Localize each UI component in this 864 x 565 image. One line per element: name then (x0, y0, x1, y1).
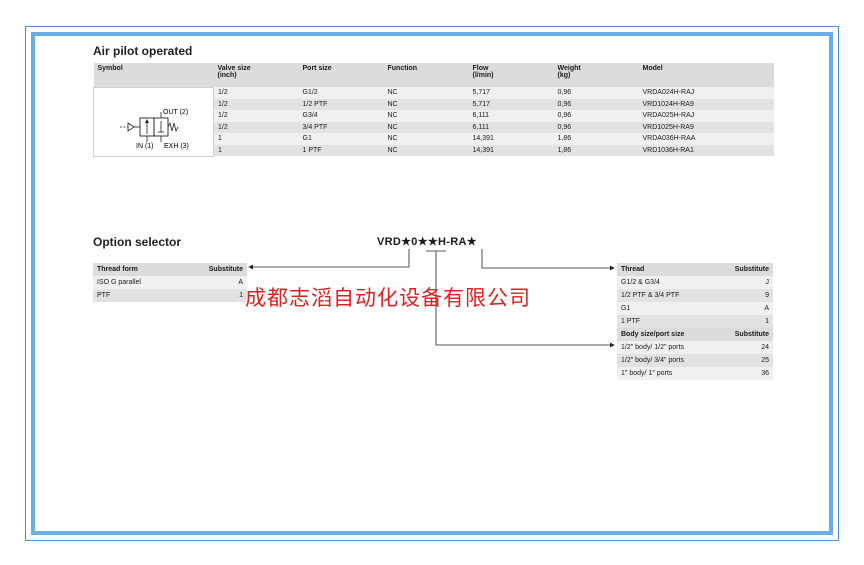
header-thread-form: Thread form (93, 263, 178, 276)
table-row: 1" body/ 1" ports 36 (617, 367, 773, 380)
thread-table: Thread Substitute G1/2 & G3/4 J 1/2 PTF … (617, 263, 773, 380)
arrow-thread-form (248, 249, 410, 270)
header-substitute: Substitute (177, 263, 247, 276)
cell-substitute: 1 (177, 289, 247, 302)
cell-thread: 1/2 PTF & 3/4 PTF (617, 289, 716, 302)
table-row: G1/2 & G3/4 J (617, 276, 773, 289)
header-substitute: Substitute (715, 328, 773, 341)
cell-substitute: 9 (715, 289, 773, 302)
cell-body-size: 1" body/ 1" ports (617, 367, 716, 380)
cell-substitute: J (715, 276, 773, 289)
cell-thread: 1 PTF (617, 315, 716, 328)
cell-thread: G1/2 & G3/4 (617, 276, 716, 289)
table-row: 1/2 PTF & 3/4 PTF 9 (617, 289, 773, 302)
arrow-thread (481, 249, 615, 271)
cell-thread-form: ISO G parallel (93, 276, 178, 289)
table-row: 1/2" body/ 3/4" ports 25 (617, 354, 773, 367)
table-row: 1 PTF 1 (617, 315, 773, 328)
table-subheader-row: Body size/port size Substitute (617, 328, 773, 341)
cell-thread-form: PTF (93, 289, 178, 302)
cell-substitute: 25 (715, 354, 773, 367)
cell-body-size: 1/2" body/ 1/2" ports (617, 341, 716, 354)
header-body-size: Body size/port size (617, 328, 716, 341)
cell-body-size: 1/2" body/ 3/4" ports (617, 354, 716, 367)
table-header-row: Thread form Substitute (93, 263, 247, 276)
company-watermark: 成都志滔自动化设备有限公司 (245, 286, 531, 310)
cell-substitute: 36 (715, 367, 773, 380)
cell-substitute: A (177, 276, 247, 289)
header-thread: Thread (617, 263, 716, 276)
table-header-row: Thread Substitute (617, 263, 773, 276)
cell-substitute: 24 (715, 341, 773, 354)
table-row: 1/2" body/ 1/2" ports 24 (617, 341, 773, 354)
thread-form-table: Thread form Substitute ISO G parallel A … (93, 263, 247, 302)
cell-substitute: A (715, 302, 773, 315)
table-row: PTF 1 (93, 289, 247, 302)
table-row: G1 A (617, 302, 773, 315)
table-row: ISO G parallel A (93, 276, 247, 289)
cell-substitute: 1 (715, 315, 773, 328)
cell-thread: G1 (617, 302, 716, 315)
header-substitute: Substitute (715, 263, 773, 276)
